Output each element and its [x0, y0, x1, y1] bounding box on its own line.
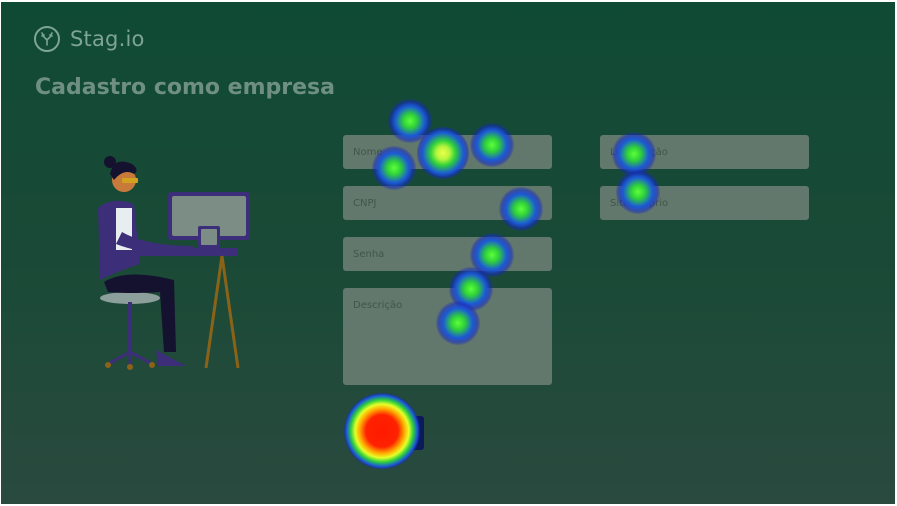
- descricao-textarea[interactable]: Descrição: [343, 288, 552, 385]
- brand-name: Stag.io: [70, 27, 145, 51]
- descricao-placeholder: Descrição: [353, 300, 403, 311]
- brand[interactable]: Stag.io: [34, 26, 145, 52]
- site-input[interactable]: Site próprio: [600, 186, 809, 220]
- page-title: Cadastro como empresa: [35, 75, 335, 100]
- senha-placeholder: Senha: [353, 248, 385, 260]
- localizacao-input[interactable]: Localização: [600, 135, 809, 169]
- nome-placeholder: Nome: [353, 146, 383, 158]
- deer-icon: [34, 26, 60, 52]
- nome-input[interactable]: Nome: [343, 135, 552, 169]
- submit-button[interactable]: [350, 416, 424, 450]
- cnpj-placeholder: CNPJ: [353, 197, 377, 209]
- person-at-computer-icon: [86, 152, 256, 376]
- senha-input[interactable]: Senha: [343, 237, 552, 271]
- app-frame: Stag.io Cadastro como empresa Nome CNPJ …: [1, 2, 895, 504]
- site-placeholder: Site próprio: [610, 197, 669, 209]
- cnpj-input[interactable]: CNPJ: [343, 186, 552, 220]
- localizacao-placeholder: Localização: [610, 146, 668, 158]
